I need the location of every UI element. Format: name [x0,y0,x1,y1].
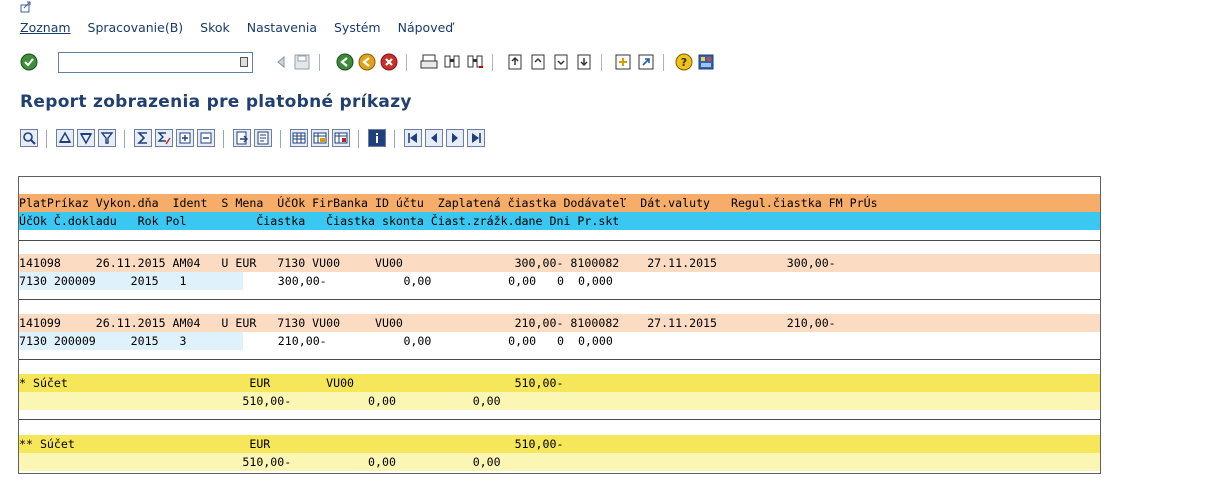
command-dropdown-icon[interactable] [240,57,248,67]
record-row-1-key: 7130 200009 2015 1 [19,274,187,288]
details-icon[interactable] [20,129,38,147]
menu-bar: Zoznam Spracovanie(B) Skok Nastavenia Sy… [0,0,1209,42]
menu-system[interactable]: Systém [334,20,381,35]
total-row-line-1[interactable]: ** Súčet EUR 510,00- [19,435,1100,453]
record-row-1-values: 300,00- 0,00 0,00 0 0,000 [208,274,613,288]
information-icon[interactable] [368,129,386,147]
svg-text:?: ? [681,56,687,69]
cancel-icon[interactable] [380,53,398,71]
local-file-icon[interactable] [254,129,272,147]
record-row-2-line-1[interactable]: 141099 26.11.2015 AM04 U EUR 7130 VU00 V… [19,314,1100,332]
previous-record-icon[interactable] [425,129,443,147]
find-next-icon[interactable] [466,53,484,71]
print-preview-icon[interactable] [233,129,251,147]
page-title: Report zobrazenia pre platobné príkazy [20,92,412,112]
record-row-1-line-2[interactable]: 7130 200009 2015 1 300,00- 0,00 0,00 0 0… [19,272,1100,290]
back-arrow-icon[interactable] [272,53,290,71]
subtotal-row-line-2[interactable]: 510,00- 0,00 0,00 [19,392,1100,410]
menu-zoznam[interactable]: Zoznam [20,20,71,35]
standard-toolbar: ? [0,43,1209,85]
menu-nastavenia[interactable]: Nastavenia [247,20,317,35]
record-row-2-line-2[interactable]: 7130 200009 2015 3 210,00- 0,00 0,00 0 0… [19,332,1100,350]
last-page-icon[interactable] [575,53,593,71]
sort-ascending-icon[interactable] [56,129,74,147]
shortcut-icon[interactable] [637,53,655,71]
first-record-icon[interactable] [404,129,422,147]
expand-icon[interactable] [176,129,194,147]
create-session-icon[interactable] [614,53,632,71]
exit-icon[interactable] [358,53,376,71]
exit-icon[interactable] [20,1,32,13]
next-record-icon[interactable] [446,129,464,147]
record-row-2-key: 7130 200009 2015 3 [19,334,187,348]
help-icon[interactable]: ? [675,53,693,71]
record-row-1-line-1[interactable]: 141098 26.11.2015 AM04 U EUR 7130 VU00 V… [19,254,1100,272]
report-list: PlatPríkaz Vykon.dňa Ident S Mena ÚčOk F… [18,176,1101,474]
header-row-2: ÚčOk Č.dokladu Rok Pol Čiastka Čiastka s… [19,212,1100,230]
command-field[interactable] [58,52,253,73]
subtotal-icon[interactable] [155,129,173,147]
menu-spracovanie[interactable]: Spracovanie(B) [88,20,184,35]
find-icon[interactable] [443,53,461,71]
next-page-icon[interactable] [552,53,570,71]
collapse-icon[interactable] [197,129,215,147]
header-row-1: PlatPríkaz Vykon.dňa Ident S Mena ÚčOk F… [19,194,1100,212]
menu-napoved[interactable]: Nápoveď [398,20,454,35]
menu-skok[interactable]: Skok [200,20,230,35]
subtotal-row-line-1[interactable]: * Súčet EUR VU00 510,00- [19,374,1100,392]
record-row-2-values: 210,00- 0,00 0,00 0 0,000 [208,334,613,348]
enter-check-icon[interactable] [20,53,38,71]
total-row-line-2[interactable]: 510,00- 0,00 0,00 [19,453,1100,471]
last-record-icon[interactable] [467,129,485,147]
choose-layout-icon[interactable] [311,129,329,147]
previous-page-icon[interactable] [529,53,547,71]
alv-toolbar [0,122,1209,158]
save-icon[interactable] [293,53,311,71]
total-icon[interactable] [134,129,152,147]
back-icon[interactable] [336,53,354,71]
sort-descending-icon[interactable] [77,129,95,147]
change-layout-icon[interactable] [290,129,308,147]
first-page-icon[interactable] [506,53,524,71]
layout-menu-icon[interactable] [697,53,715,71]
print-icon[interactable] [420,53,438,71]
filter-icon[interactable] [98,129,116,147]
save-layout-icon[interactable] [332,129,350,147]
